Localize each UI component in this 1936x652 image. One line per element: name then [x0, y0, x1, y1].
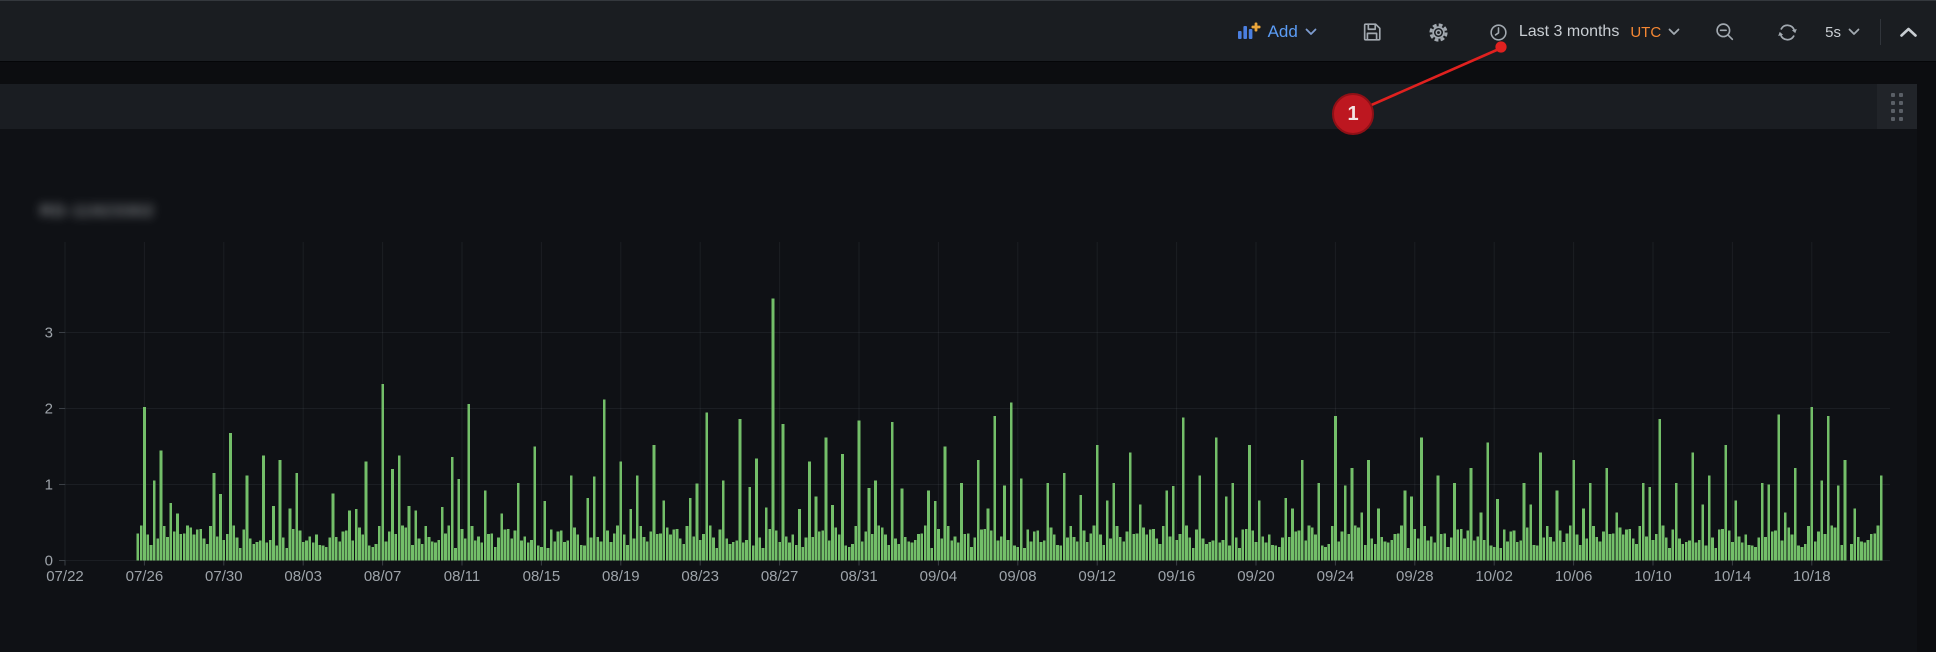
- svg-text:10/18: 10/18: [1793, 568, 1831, 585]
- svg-text:1: 1: [45, 477, 53, 494]
- svg-text:09/04: 09/04: [920, 568, 958, 585]
- grafana-dashboard-screen: Add: [0, 0, 1936, 652]
- svg-text:09/16: 09/16: [1158, 568, 1196, 585]
- svg-text:08/23: 08/23: [681, 568, 719, 585]
- svg-text:09/20: 09/20: [1237, 568, 1275, 585]
- svg-text:07/22: 07/22: [46, 568, 84, 585]
- annotation-step-number: 1: [1347, 103, 1358, 126]
- svg-text:07/26: 07/26: [126, 568, 164, 585]
- svg-text:2: 2: [45, 401, 53, 418]
- svg-text:0: 0: [45, 553, 53, 570]
- svg-text:08/03: 08/03: [284, 568, 322, 585]
- time-series-plot[interactable]: 07/22 07/26 07/30 08/03 08/07 08/11 08/15 08/19…: [0, 0, 1936, 652]
- annotation-step-badge: 1: [1332, 93, 1374, 135]
- svg-text:08/15: 08/15: [523, 568, 561, 585]
- svg-text:09/28: 09/28: [1396, 568, 1434, 585]
- svg-text:10/06: 10/06: [1555, 568, 1593, 585]
- svg-text:08/19: 08/19: [602, 568, 640, 585]
- svg-text:10/10: 10/10: [1634, 568, 1672, 585]
- svg-text:08/31: 08/31: [840, 568, 878, 585]
- svg-text:10/02: 10/02: [1475, 568, 1513, 585]
- svg-text:09/08: 09/08: [999, 568, 1037, 585]
- svg-text:10/14: 10/14: [1714, 568, 1752, 585]
- svg-text:09/12: 09/12: [1078, 568, 1116, 585]
- svg-text:09/24: 09/24: [1317, 568, 1355, 585]
- svg-text:08/07: 08/07: [364, 568, 402, 585]
- svg-text:3: 3: [45, 325, 53, 342]
- svg-text:08/11: 08/11: [444, 568, 480, 585]
- svg-text:07/30: 07/30: [205, 568, 243, 585]
- svg-text:08/27: 08/27: [761, 568, 799, 585]
